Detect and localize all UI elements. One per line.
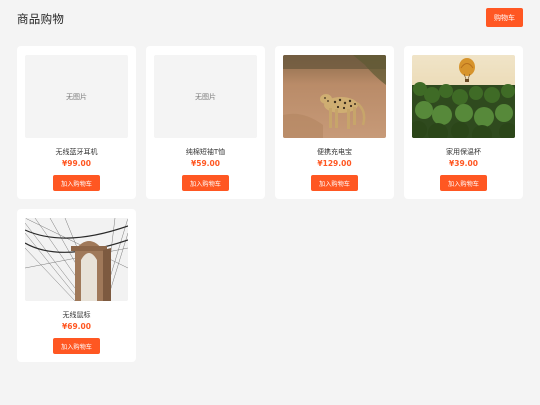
cart-button[interactable]: 购物车 <box>486 8 523 27</box>
add-to-cart-button[interactable]: 加入购物车 <box>440 175 487 191</box>
product-image <box>283 55 386 138</box>
add-to-cart-button[interactable]: 加入购物车 <box>182 175 229 191</box>
product-card: 无图片 纯棉短袖T恤 ¥59.00 加入购物车 <box>146 46 265 199</box>
add-to-cart-button[interactable]: 加入购物车 <box>53 175 100 191</box>
product-image-placeholder: 无图片 <box>25 55 128 138</box>
product-name: 无线鼠标 <box>62 311 91 319</box>
product-image <box>25 218 128 301</box>
product-card: 无图片 无线蓝牙耳机 ¥99.00 加入购物车 <box>17 46 136 199</box>
product-card: 无线鼠标 ¥69.00 加入购物车 <box>17 209 136 362</box>
product-name: 便携充电宝 <box>317 148 352 156</box>
page-title: 商品购物 <box>17 12 65 26</box>
hot-air-balloon-photo <box>412 55 515 138</box>
product-card: 便携充电宝 ¥129.00 加入购物车 <box>275 46 394 199</box>
product-image <box>412 55 515 138</box>
product-card: 家用保温杯 ¥39.00 加入购物车 <box>404 46 523 199</box>
no-image-label: 无图片 <box>195 92 216 101</box>
product-name: 无线蓝牙耳机 <box>55 148 98 156</box>
shop-page: 商品购物 购物车 无图片 无线蓝牙耳机 ¥99.00 加入购物车 无图片 纯棉短… <box>0 0 540 405</box>
product-price: ¥59.00 <box>191 159 220 168</box>
product-price: ¥69.00 <box>62 322 91 331</box>
add-to-cart-button[interactable]: 加入购物车 <box>311 175 358 191</box>
no-image-label: 无图片 <box>66 92 87 101</box>
add-to-cart-button[interactable]: 加入购物车 <box>53 338 100 354</box>
product-name: 纯棉短袖T恤 <box>185 148 226 156</box>
product-price: ¥39.00 <box>449 159 478 168</box>
product-price: ¥129.00 <box>317 159 352 168</box>
product-price: ¥99.00 <box>62 159 91 168</box>
product-image-placeholder: 无图片 <box>154 55 257 138</box>
bridge-photo <box>25 218 128 301</box>
product-name: 家用保温杯 <box>446 148 481 156</box>
leopard-photo <box>283 55 386 138</box>
header: 商品购物 购物车 <box>0 0 540 38</box>
